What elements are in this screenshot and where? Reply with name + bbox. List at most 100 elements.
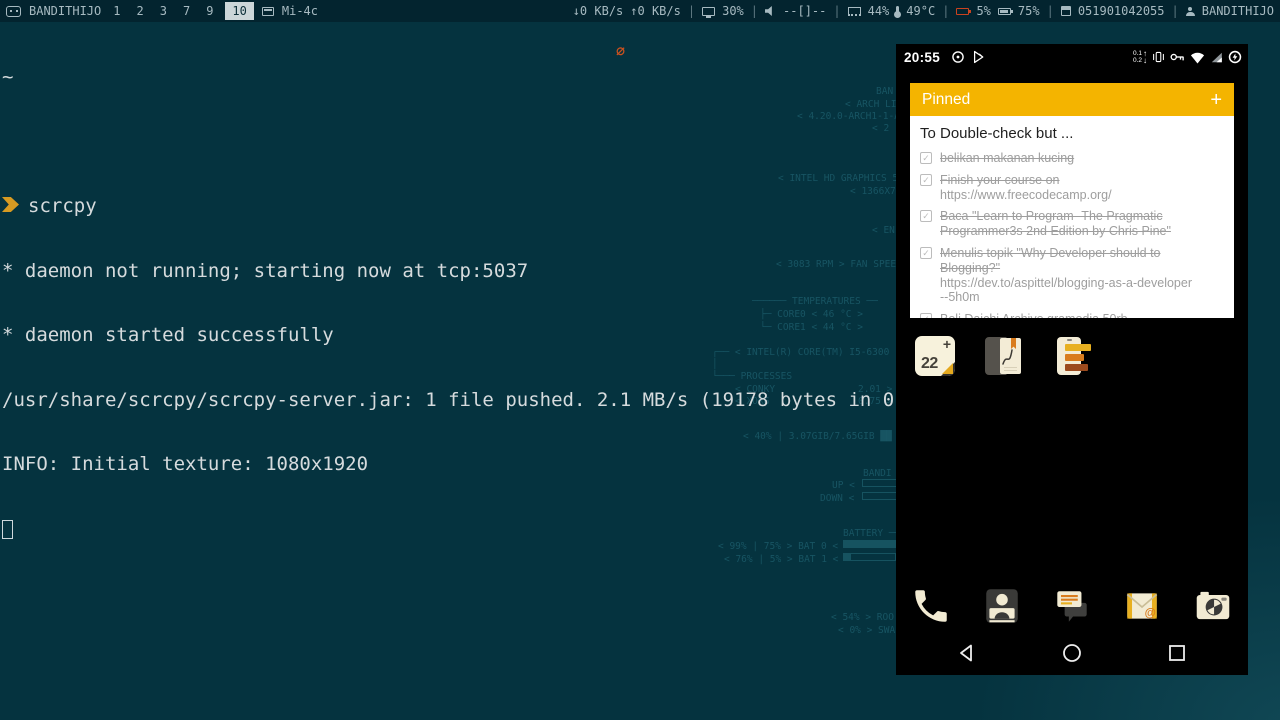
- todo-item[interactable]: ✓ Beli Daichi Archive gramedia 50rb: [920, 312, 1224, 318]
- separator: |: [833, 4, 840, 18]
- battery-charging-icon: [1228, 50, 1242, 64]
- calendar-fold: [942, 363, 953, 374]
- keep-widget-title: Pinned: [922, 91, 970, 109]
- tasks-bar: [1065, 344, 1091, 351]
- calendar-icon: [1061, 6, 1071, 16]
- volume-value: --[]--: [783, 4, 826, 18]
- todo-text-url: https://www.freecodecamp.org/: [940, 188, 1112, 203]
- todo-text: belikan makanan kucing: [940, 151, 1074, 166]
- calendar-plus-badge: +: [943, 336, 951, 352]
- bar-username: BANDITHIJO: [1202, 4, 1274, 18]
- battery-icon: [998, 8, 1011, 15]
- todo-item[interactable]: ✓ Finish your course on https://www.free…: [920, 173, 1224, 203]
- memory-icon: [848, 7, 861, 16]
- todo-text: --5h0m: [940, 290, 1224, 305]
- nav-recents-button[interactable]: [1167, 643, 1187, 663]
- messages-app-icon[interactable]: [1051, 585, 1093, 627]
- checkbox-checked-icon[interactable]: ✓: [920, 313, 932, 318]
- todo-text: Finish your course on: [940, 173, 1112, 188]
- clock-value: 051901042055: [1078, 4, 1165, 18]
- todo-text: Baca "Learn to Program -The Pragmatic: [940, 209, 1171, 224]
- keep-widget-add-button[interactable]: +: [1210, 90, 1222, 110]
- terminal-cursor: [2, 520, 13, 539]
- memory-value: 44%: [868, 4, 890, 18]
- launcher-icon[interactable]: [6, 6, 21, 17]
- play-store-icon: [972, 50, 985, 64]
- dock: @: [896, 583, 1248, 629]
- terminal-cwd: ~: [2, 67, 917, 89]
- pinned-note-card[interactable]: To Double-check but ... ✓ belikan makana…: [910, 116, 1234, 318]
- nav-back-button[interactable]: [957, 643, 977, 663]
- phone-app-icon[interactable]: [910, 585, 952, 627]
- user-icon: [1186, 12, 1195, 16]
- vpn-key-icon: [1170, 51, 1185, 63]
- workspace-7[interactable]: 7: [179, 2, 194, 20]
- separator: |: [1172, 4, 1179, 18]
- scrcpy-phone-window[interactable]: 20:55 0.10.2 ↑↓ Pinned + To Double-check…: [896, 44, 1248, 675]
- workspace-10-active[interactable]: 10: [225, 2, 253, 20]
- data-saver-icon: [951, 50, 965, 64]
- android-status-bar: 20:55 0.10.2 ↑↓: [896, 44, 1248, 70]
- contacts-app-icon[interactable]: [981, 585, 1023, 627]
- checkbox-checked-icon[interactable]: ✓: [920, 210, 932, 222]
- volume-icon: [765, 6, 776, 16]
- checkbox-checked-icon[interactable]: ✓: [920, 247, 932, 259]
- camera-app-icon[interactable]: [1192, 585, 1234, 627]
- todo-item[interactable]: ✓ Menulis topik "Why Developer should to…: [920, 246, 1224, 305]
- calendar-app-icon[interactable]: + 22: [915, 336, 955, 376]
- net-upload: ↑0 KB/s: [630, 4, 681, 18]
- mouse-pointer-icon: ∅: [616, 42, 625, 60]
- cpu-temp-value: 49°C: [906, 4, 935, 18]
- email-app-icon[interactable]: @: [1121, 585, 1163, 627]
- battery-low-icon: [956, 8, 969, 15]
- window-title: Mi-4c: [282, 4, 318, 18]
- todo-text: Menulis topik "Why Developer should to B…: [940, 246, 1224, 276]
- net-download: ↓0 KB/s: [573, 4, 624, 18]
- tasks-bar: [1065, 354, 1084, 361]
- todo-item[interactable]: ✓ belikan makanan kucing: [920, 151, 1224, 166]
- battery-main-value: 75%: [1018, 4, 1040, 18]
- tasks-phone-speaker: [1067, 339, 1072, 341]
- terminal-cursor-line: [2, 519, 917, 541]
- terminal-output-line: * daemon started successfully: [2, 325, 917, 347]
- tasks-app-icon[interactable]: [1051, 336, 1091, 376]
- terminal-prompt-line: scrcpy: [2, 196, 917, 218]
- terminal[interactable]: ~ scrcpy * daemon not running; starting …: [2, 24, 917, 562]
- svg-text:@: @: [1145, 608, 1156, 620]
- nav-home-button[interactable]: [1062, 643, 1082, 663]
- brightness-icon: [702, 7, 715, 16]
- battery-low-value: 5%: [976, 4, 990, 18]
- terminal-output-line: * daemon not running; starting now at tc…: [2, 261, 917, 283]
- android-nav-bar: [896, 631, 1248, 675]
- workspace-9[interactable]: 9: [202, 2, 217, 20]
- bar-hostname: BANDITHIJO: [29, 4, 101, 18]
- todo-item[interactable]: ✓ Baca "Learn to Program -The Pragmatic …: [920, 209, 1224, 239]
- terminal-output-line: /usr/share/scrcpy/scrcpy-server.jar: 1 f…: [2, 390, 917, 412]
- calendar-day-number: 22: [921, 355, 938, 373]
- separator: |: [688, 4, 695, 18]
- todo-text: Programmer3s 2nd Edition by Chris Pine": [940, 224, 1171, 239]
- tasks-bar: [1065, 364, 1088, 371]
- home-app-row: + 22: [915, 336, 1091, 376]
- journal-signature: [999, 344, 1019, 368]
- keep-widget-header[interactable]: Pinned +: [910, 83, 1234, 116]
- note-title: To Double-check but ...: [920, 125, 1224, 142]
- separator: |: [751, 4, 758, 18]
- terminal-command: scrcpy: [28, 195, 97, 217]
- network-traffic-indicator: 0.10.2 ↑↓: [1133, 50, 1147, 64]
- status-bar: BANDITHIJO 1 2 3 7 9 10 Mi-4c ↓0 KB/s ↑0…: [0, 0, 1280, 22]
- separator: |: [1047, 4, 1054, 18]
- workspace-1[interactable]: 1: [109, 2, 124, 20]
- thermometer-icon: [896, 6, 899, 16]
- checkbox-checked-icon[interactable]: ✓: [920, 174, 932, 186]
- conky-text: < 0% > SWA: [838, 625, 895, 636]
- workspace-3[interactable]: 3: [156, 2, 171, 20]
- prompt-arrow-icon: [2, 197, 19, 212]
- journal-page-line: [1004, 370, 1017, 371]
- calendar-icon-body: + 22: [915, 336, 955, 376]
- checkbox-checked-icon[interactable]: ✓: [920, 152, 932, 164]
- journal-app-icon[interactable]: [983, 336, 1023, 376]
- workspace-2[interactable]: 2: [132, 2, 147, 20]
- wifi-icon: [1190, 51, 1205, 64]
- brightness-value: 30%: [722, 4, 744, 18]
